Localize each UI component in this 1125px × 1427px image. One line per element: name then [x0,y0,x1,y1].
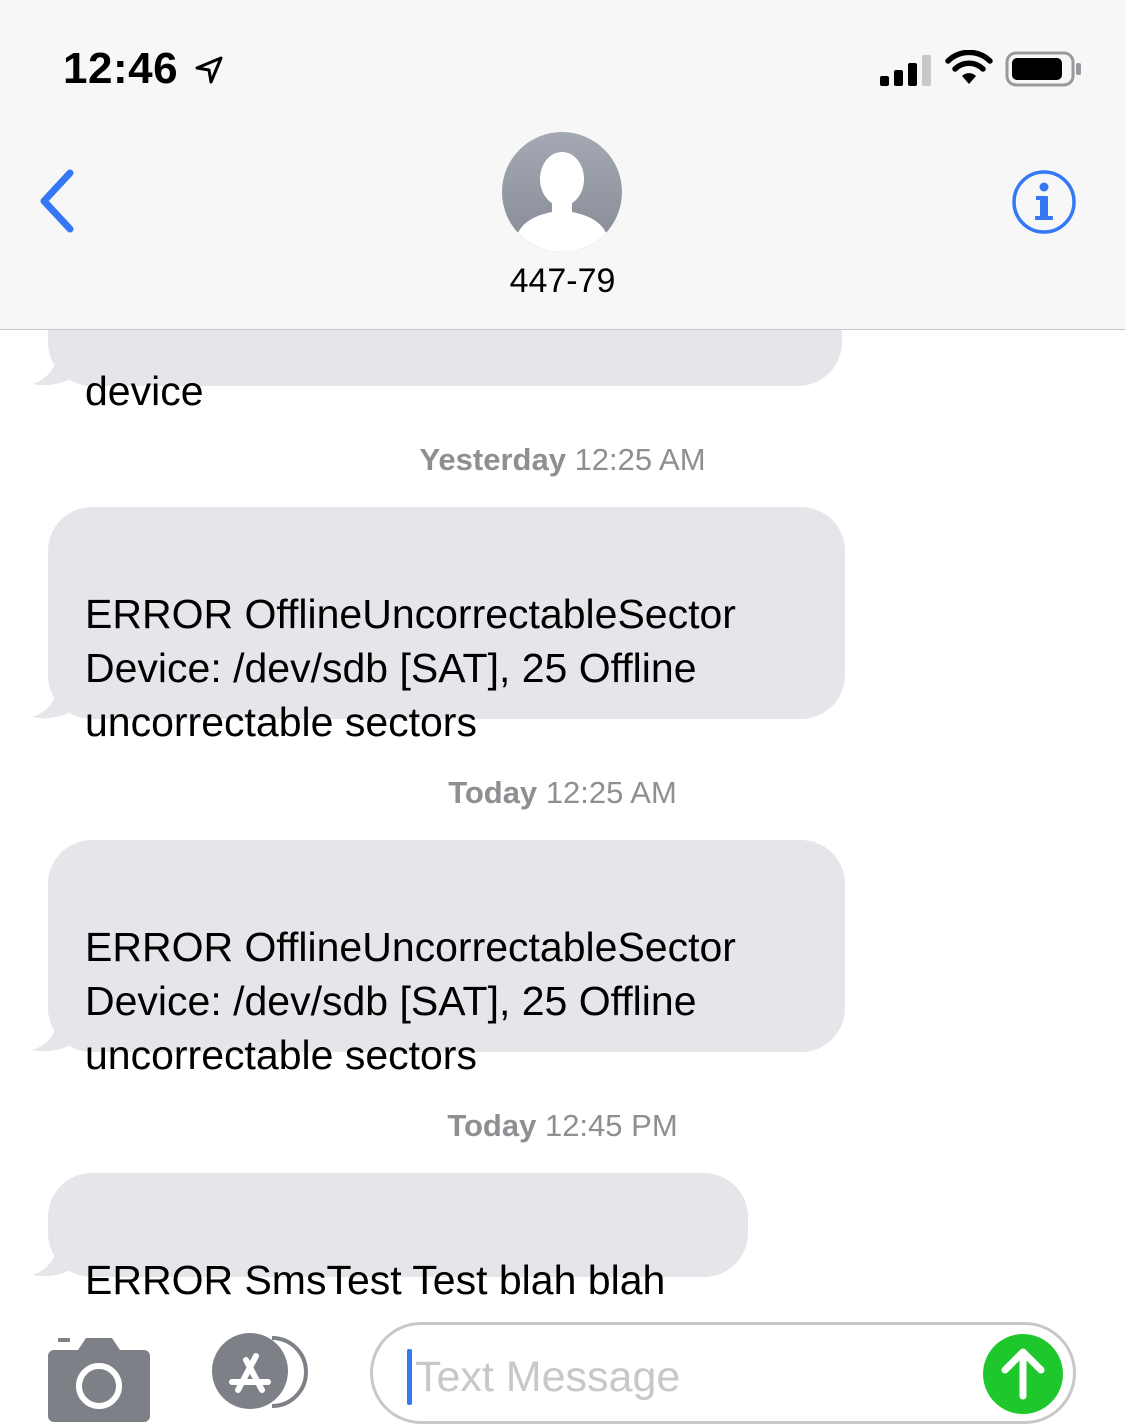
message-bubble[interactable]: ERROR SmsTest Test blah blah [48,1173,748,1303]
message-text: ERROR OfflineUncorrectableSector Device:… [85,591,736,745]
message-text: ERROR SmsTest Test blah blah [85,1257,666,1303]
message-text: device [85,368,204,414]
message-input-placeholder: Text Message [415,1353,681,1401]
cellular-signal-icon [880,55,931,86]
timestamp: Today 12:45 PM [447,1108,678,1143]
contact-name[interactable]: 447-79 [0,262,1125,301]
timestamp: Today 12:25 AM [448,775,677,810]
message-bubble[interactable]: ERROR OfflineUncorrectableSector Device:… [48,840,845,1078]
contact-avatar[interactable] [502,132,622,252]
bubble-tail [32,1239,80,1277]
location-arrow-icon [195,56,223,84]
message-input[interactable]: Text Message [370,1322,1076,1424]
info-icon[interactable] [1010,168,1078,236]
status-time: 12:46 [63,44,179,93]
send-button[interactable] [983,1334,1063,1414]
battery-icon [1005,51,1081,87]
message-text: ERROR OfflineUncorrectableSector Device:… [85,924,736,1078]
bubble-tail [32,681,80,719]
bubble-tail [32,1014,80,1052]
arrow-up-icon [1001,1348,1045,1400]
person-silhouette-icon [516,152,608,252]
message-bubble[interactable]: ERROR OfflineUncorrectableSector Device:… [48,507,845,745]
nav-header: 12:46 447-79 [0,0,1125,330]
app-store-icon[interactable] [208,1332,318,1410]
compose-bar: Text Message [0,1310,1125,1427]
text-cursor [407,1349,412,1405]
messages-screen: device Yesterday 12:25 AM ERROR OfflineU… [0,0,1125,1427]
camera-icon[interactable] [48,1334,150,1422]
timestamp: Yesterday 12:25 AM [419,442,706,477]
back-chevron-icon[interactable] [30,165,86,237]
wifi-icon [945,50,993,84]
bubble-tail [32,348,80,386]
